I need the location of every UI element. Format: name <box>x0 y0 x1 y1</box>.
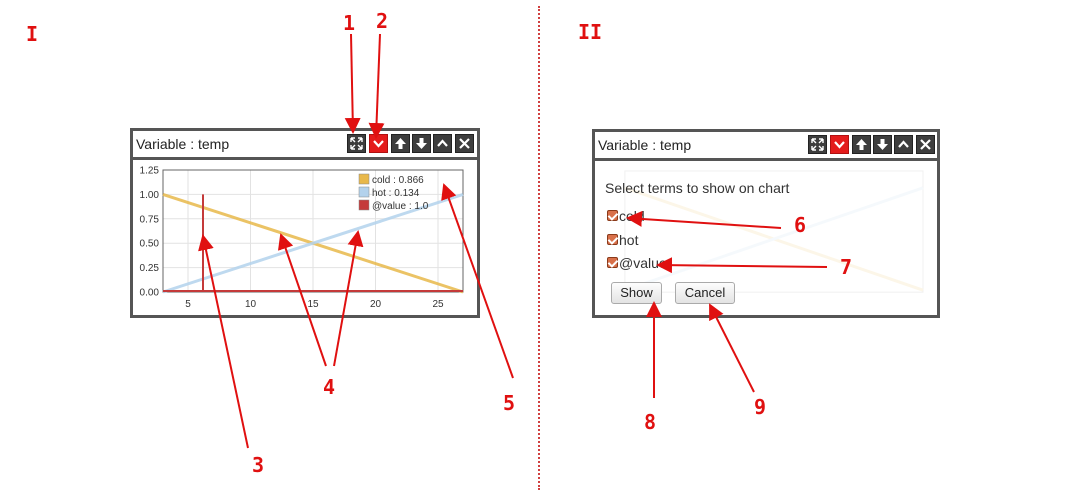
cancel-button[interactable]: Cancel <box>675 282 735 304</box>
chevron-up-icon <box>898 140 909 148</box>
annotation-8: 8 <box>644 410 657 434</box>
close-button[interactable] <box>916 135 935 154</box>
arrow-down-icon <box>877 139 888 150</box>
x-tick-label: 20 <box>370 299 382 310</box>
section-label-I: I <box>26 22 39 46</box>
move-down-button[interactable] <box>412 134 431 153</box>
close-button[interactable] <box>455 134 474 153</box>
y-tick-label: 0.00 <box>140 288 160 299</box>
chart-svg: 0.00 0.25 0.50 0.75 1.00 1.25 5 10 15 20 25 cold : … <box>140 166 464 310</box>
annotation-2: 2 <box>376 9 389 33</box>
legend-swatch <box>358 173 370 185</box>
close-icon <box>920 139 931 150</box>
term-label-cold: cold <box>619 208 645 224</box>
arrow-up-icon <box>395 138 406 149</box>
annotation-6: 6 <box>794 213 807 237</box>
legend-swatch <box>358 186 370 198</box>
y-tick-label: 0.25 <box>140 263 160 274</box>
x-tick-label: 5 <box>185 299 191 310</box>
x-tick-label: 25 <box>432 299 444 310</box>
annotation-1: 1 <box>343 11 356 35</box>
x-tick-label: 10 <box>245 299 257 310</box>
annotation-4: 4 <box>323 375 336 399</box>
variable-widget-dialog: Variable : temp Select terms to show on … <box>592 129 940 318</box>
section-label-II: II <box>578 20 603 44</box>
arrow-up-icon <box>856 139 867 150</box>
chevron-up-icon <box>437 139 448 147</box>
chevron-down-icon <box>834 141 845 149</box>
arrow-9 <box>709 303 755 393</box>
checkbox-value[interactable] <box>607 257 618 268</box>
maximize-button[interactable] <box>808 135 827 154</box>
maximize-icon <box>350 137 363 150</box>
y-tick-label: 0.50 <box>140 239 160 250</box>
arrow-2 <box>368 33 385 139</box>
arrow-1 <box>344 33 361 134</box>
checkbox-cold[interactable] <box>607 210 618 221</box>
collapse-button[interactable] <box>369 134 388 153</box>
annotation-5: 5 <box>503 391 516 415</box>
move-up-button[interactable] <box>852 135 871 154</box>
membership-chart: 0.00 0.25 0.50 0.75 1.00 1.25 5 10 15 20 25 cold : … <box>133 160 477 315</box>
variable-widget-chart: Variable : temp 0.00 0.25 0.50 0.75 1.00 1.25… <box>130 128 480 318</box>
legend-label: hot : 0.134 <box>372 188 420 199</box>
collapse-button[interactable] <box>830 135 849 154</box>
checkbox-hot[interactable] <box>607 234 618 245</box>
dialog-heading: Select terms to show on chart <box>605 180 790 196</box>
minimize-button[interactable] <box>894 135 913 154</box>
annotation-7: 7 <box>840 255 853 279</box>
show-button[interactable]: Show <box>611 282 662 304</box>
legend-swatch <box>358 199 370 211</box>
widget-header: Variable : temp <box>595 132 937 161</box>
chevron-down-icon <box>373 140 384 148</box>
legend-label: cold : 0.866 <box>372 175 424 186</box>
y-tick-label: 1.25 <box>140 166 160 177</box>
y-tick-label: 0.75 <box>140 214 160 225</box>
term-label-value: @value <box>619 255 667 271</box>
section-divider <box>538 6 540 490</box>
term-label-hot: hot <box>619 232 639 248</box>
arrow-down-icon <box>416 138 427 149</box>
move-up-button[interactable] <box>391 134 410 153</box>
annotation-9: 9 <box>754 395 767 419</box>
move-down-button[interactable] <box>873 135 892 154</box>
widget-title: Variable : temp <box>598 137 692 153</box>
x-tick-label: 15 <box>307 299 319 310</box>
annotation-3: 3 <box>252 453 265 477</box>
maximize-button[interactable] <box>347 134 366 153</box>
close-icon <box>459 138 470 149</box>
legend-label: @value : 1.0 <box>372 201 429 212</box>
maximize-icon <box>811 138 824 151</box>
widget-header: Variable : temp <box>133 131 477 160</box>
y-tick-label: 1.00 <box>140 190 160 201</box>
minimize-button[interactable] <box>433 134 452 153</box>
widget-title: Variable : temp <box>136 136 230 152</box>
